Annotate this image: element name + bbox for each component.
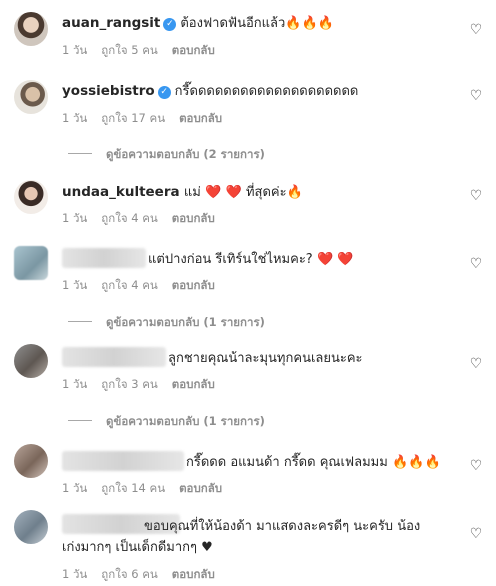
verified-badge-icon: ✓	[157, 86, 171, 99]
comment-line: แต่ปางก่อน รีเทิร์นใช่ไหมคะ? ❤️ ❤️	[62, 248, 452, 271]
reply-button[interactable]: ตอบกลับ	[172, 278, 215, 292]
username[interactable]: undaa_kulteera	[62, 184, 180, 200]
comment-time: 1 วัน	[62, 481, 88, 495]
comment-line: yossiebistro ✓ กรี๊ดดดดดดดดดดดดดดดดดดดด	[62, 80, 452, 103]
comment-time: 1 วัน	[62, 211, 88, 225]
comment-text: กรี๊ดดดดดดดดดดดดดดดดดดดด	[174, 84, 359, 99]
comment-meta: 1 วัน ถูกใจ 3 คน ตอบกลับ	[62, 376, 229, 394]
view-replies-label: ดูข้อความตอบกลับ (1 รายการ)	[106, 414, 265, 428]
username[interactable]	[62, 451, 184, 471]
heart-outline-icon[interactable]: ♡	[468, 356, 484, 372]
heart-emoji: ❤️ ❤️	[317, 252, 354, 267]
avatar[interactable]	[14, 444, 48, 478]
view-replies-label: ดูข้อความตอบกลับ (2 รายการ)	[106, 147, 265, 161]
fire-emoji: 🔥	[286, 185, 303, 200]
view-replies-label: ดูข้อความตอบกลับ (1 รายการ)	[106, 315, 265, 329]
username[interactable]: auan_rangsit	[62, 15, 160, 31]
likes-count[interactable]: ถูกใจ 6 คน	[101, 567, 157, 581]
avatar[interactable]	[14, 344, 48, 378]
likes-count[interactable]: ถูกใจ 4 คน	[101, 278, 157, 292]
likes-count[interactable]: ถูกใจ 4 คน	[101, 211, 157, 225]
username[interactable]	[62, 248, 146, 268]
comment-text: แต่ปางก่อน รีเทิร์นใช่ไหมคะ?	[148, 252, 313, 267]
divider	[68, 153, 92, 154]
comment-text: แม่	[183, 185, 201, 200]
comment-text: ที่สุดค่ะ	[245, 185, 287, 200]
reply-button[interactable]: ตอบกลับ	[179, 111, 222, 125]
comment-text: เก่งมากๆ เป็นเด็กดีมากๆ ♥	[62, 538, 452, 558]
comment-meta: 1 วัน ถูกใจ 4 คน ตอบกลับ	[62, 210, 229, 228]
heart-outline-icon[interactable]: ♡	[468, 22, 484, 38]
heart-outline-icon[interactable]: ♡	[468, 88, 484, 104]
username[interactable]	[62, 347, 166, 367]
comment-time: 1 วัน	[62, 111, 88, 125]
comment-text-line: เก่งมากๆ เป็นเด็กดีมากๆ ♥	[62, 540, 213, 555]
verified-badge-icon: ✓	[163, 18, 177, 31]
fire-emoji: 🔥🔥🔥	[392, 455, 441, 470]
comment-text: กรี๊ดดด อแมนด้า กรี๊ดด คุณเฟลมมม	[186, 455, 388, 470]
comment-time: 1 วัน	[62, 278, 88, 292]
likes-count[interactable]: ถูกใจ 5 คน	[101, 43, 157, 57]
comment-meta: 1 วัน ถูกใจ 17 คน ตอบกลับ	[62, 110, 236, 128]
avatar[interactable]	[14, 180, 48, 214]
reply-button[interactable]: ตอบกลับ	[172, 211, 215, 225]
username[interactable]: yossiebistro	[62, 83, 155, 99]
comment-meta: 1 วัน ถูกใจ 14 คน ตอบกลับ	[62, 480, 236, 498]
comment-meta: 1 วัน ถูกใจ 5 คน ตอบกลับ	[62, 42, 229, 60]
comment-meta: 1 วัน ถูกใจ 4 คน ตอบกลับ	[62, 277, 229, 295]
comment-line: ลูกชายคุณน้าละมุนทุกคนเลยนะคะ	[62, 347, 452, 370]
view-replies-button[interactable]: ดูข้อความตอบกลับ (2 รายการ)	[68, 146, 265, 164]
comment-line: กรี๊ดดด อแมนด้า กรี๊ดด คุณเฟลมมม 🔥🔥🔥	[62, 451, 452, 474]
comment-line: auan_rangsit ✓ ต้องฟาดฟันอีกแล้ว🔥🔥🔥	[62, 12, 452, 35]
reply-button[interactable]: ตอบกลับ	[172, 377, 215, 391]
comment-time: 1 วัน	[62, 377, 88, 391]
comment-meta: 1 วัน ถูกใจ 6 คน ตอบกลับ	[62, 566, 229, 584]
heart-outline-icon[interactable]: ♡	[468, 256, 484, 272]
comment-text: ลูกชายคุณน้าละมุนทุกคนเลยนะคะ	[168, 351, 363, 366]
comment-text: ต้องฟาดฟันอีกแล้ว	[180, 16, 286, 31]
likes-count[interactable]: ถูกใจ 14 คน	[101, 481, 165, 495]
comment-line: undaa_kulteera แม่ ❤️ ❤️ ที่สุดค่ะ🔥	[62, 181, 452, 204]
reply-button[interactable]: ตอบกลับ	[172, 43, 215, 57]
reply-button[interactable]: ตอบกลับ	[172, 567, 215, 581]
fire-emoji: 🔥🔥🔥	[285, 16, 334, 31]
likes-count[interactable]: ถูกใจ 17 คน	[101, 111, 165, 125]
view-replies-button[interactable]: ดูข้อความตอบกลับ (1 รายการ)	[68, 314, 265, 332]
comment-time: 1 วัน	[62, 43, 88, 57]
heart-outline-icon[interactable]: ♡	[468, 526, 484, 542]
avatar[interactable]	[14, 12, 48, 46]
heart-emoji: ❤️ ❤️	[205, 185, 242, 200]
reply-button[interactable]: ตอบกลับ	[179, 481, 222, 495]
avatar[interactable]	[14, 246, 48, 280]
divider	[68, 321, 92, 322]
view-replies-button[interactable]: ดูข้อความตอบกลับ (1 รายการ)	[68, 413, 265, 431]
likes-count[interactable]: ถูกใจ 3 คน	[101, 377, 157, 391]
heart-outline-icon[interactable]: ♡	[468, 458, 484, 474]
avatar[interactable]	[14, 510, 48, 544]
comment-text: ขอบคุณที่ให้น้องด้า มาแสดงละครดีๆ นะครับ…	[144, 517, 452, 537]
comment-time: 1 วัน	[62, 567, 88, 581]
heart-outline-icon[interactable]: ♡	[468, 188, 484, 204]
divider	[68, 420, 92, 421]
avatar[interactable]	[14, 80, 48, 114]
comment-text-line: ขอบคุณที่ให้น้องด้า มาแสดงละครดีๆ นะครับ…	[144, 519, 421, 534]
